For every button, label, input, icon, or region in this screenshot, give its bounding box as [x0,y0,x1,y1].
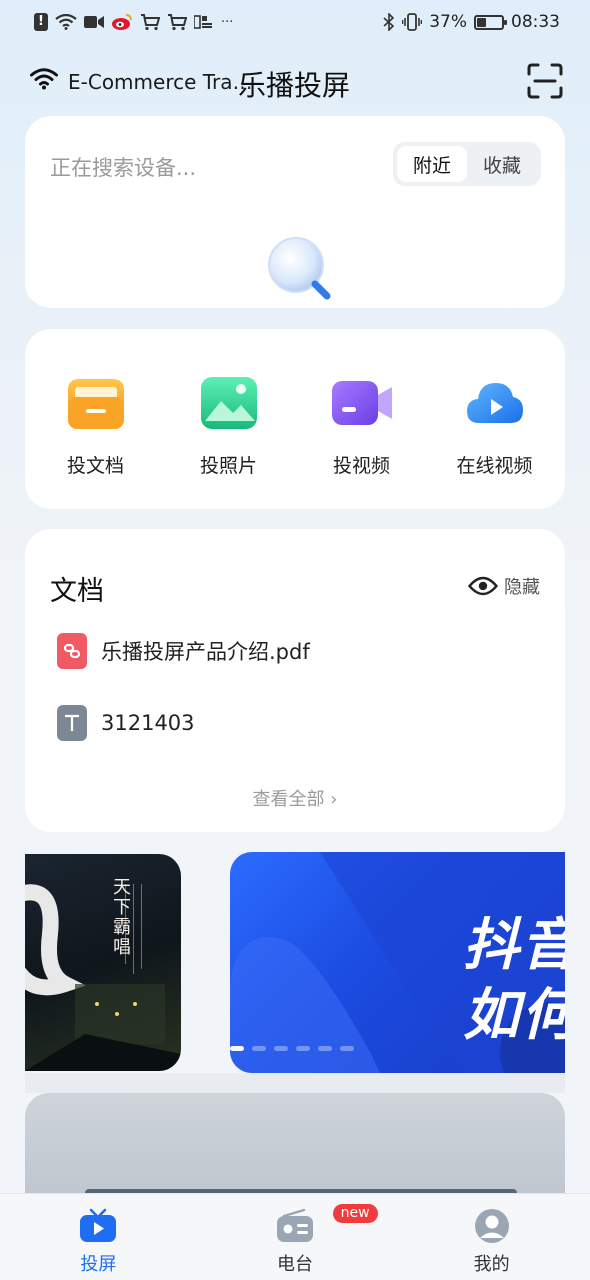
network-name[interactable]: E-Commerce Tra… [68,70,253,94]
cart-icon [168,14,187,31]
documents-card: 文档 隐藏 乐播投屏产品介绍.pdf 3121403 查看全部 › [25,529,565,832]
eye-icon [468,576,498,596]
video-camera-icon [331,381,392,425]
tab-nearby[interactable]: 附近 [397,146,467,182]
online-video-button[interactable]: 在线视频 [435,329,555,509]
vibrate-icon [402,13,423,31]
carousel-dot[interactable] [252,1046,266,1051]
image-icon [200,377,257,429]
search-status: 正在搜索设备... [50,156,197,180]
scan-icon[interactable] [526,62,564,100]
hide-label: 隐藏 [504,577,540,598]
wifi-icon [30,68,58,90]
carousel-dot[interactable] [340,1046,354,1051]
header: E-Commerce Tra… 乐播投屏 [0,52,590,112]
document-name: 乐播投屏产品介绍.pdf [101,640,310,664]
searching-magnifier-icon [268,237,331,300]
tab-radio-label: 电台 [277,1254,313,1275]
profile-icon [474,1209,509,1243]
banner-card-current[interactable]: 抖音 如何 [230,852,565,1073]
app-icon [194,15,212,29]
page-title: 乐播投屏 [238,69,351,102]
cast-photo-label: 投照片 [199,455,257,477]
weibo-icon [112,14,132,30]
tv-icon [80,1208,117,1242]
banner-card-previous[interactable]: 天下霸唱 [25,854,181,1071]
wifi-icon [55,14,77,30]
status-right: 37% 08:33 [383,12,560,32]
carousel-dot[interactable] [296,1046,310,1051]
tab-cast[interactable]: 投屏 [0,1194,197,1280]
network-selector[interactable] [30,68,58,94]
banner-headline-line1: 抖音 [463,913,565,978]
banner-artwork [25,884,181,1071]
document-name: 3121403 [101,711,195,735]
more-icon: ··· [221,14,234,30]
clock: 08:33 [511,12,560,32]
online-video-label: 在线视频 [456,455,533,477]
video-icon [84,16,104,28]
documents-title: 文档 [50,576,104,607]
cloud-play-icon [466,383,523,423]
banner-caption: 天下霸唱 [113,877,131,958]
status-bar: ! ··· 37% 08:33 [0,0,590,44]
carousel-dot[interactable] [274,1046,288,1051]
document-item[interactable]: 3121403 [57,705,195,741]
app-screen: ! ··· 37% 08:33 E-Commerce Tra… 乐播投屏 正在搜… [0,0,590,1280]
battery-level [477,17,486,27]
pdf-icon [57,633,87,669]
cast-actions-card: 投文档 投照片 投视频 在线视频 [25,329,565,509]
cast-document-label: 投文档 [66,455,124,477]
new-badge: new [332,1204,378,1223]
hide-documents-button[interactable]: 隐藏 [468,573,540,599]
cast-photo-button[interactable]: 投照片 [169,329,289,509]
carousel-dot[interactable] [318,1046,332,1051]
cast-document-button[interactable]: 投文档 [36,329,156,509]
bluetooth-icon [383,13,395,31]
carousel-indicator [230,1046,354,1051]
notification-alert-icon: ! [34,13,48,31]
radio-icon [277,1208,313,1242]
device-search-card: 正在搜索设备... 附近 收藏 [25,116,565,308]
tab-profile[interactable]: 我的 [393,1194,590,1280]
cart-icon [141,14,160,31]
document-item[interactable]: 乐播投屏产品介绍.pdf [57,633,310,669]
tab-favorites[interactable]: 收藏 [467,146,537,182]
folder-icon [67,379,124,429]
carousel-dot[interactable] [230,1046,244,1051]
view-all-link[interactable]: 查看全部 › [25,785,565,811]
banner-headline-line2: 如何 [463,983,565,1048]
tab-cast-label: 投屏 [80,1254,117,1275]
tab-profile-label: 我的 [473,1254,510,1275]
cast-video-button[interactable]: 投视频 [302,329,422,509]
battery-icon [474,14,507,30]
bottom-tab-bar: 投屏 电台 new 我的 [0,1193,590,1280]
banner-shelf [25,1073,565,1093]
device-filter-tabs: 附近 收藏 [393,142,541,186]
text-file-icon [57,705,87,741]
battery-percent: 37% [429,12,467,32]
status-left: ! ··· [34,13,233,31]
cast-video-label: 投视频 [332,455,390,477]
tab-radio[interactable]: 电台 new [197,1194,394,1280]
